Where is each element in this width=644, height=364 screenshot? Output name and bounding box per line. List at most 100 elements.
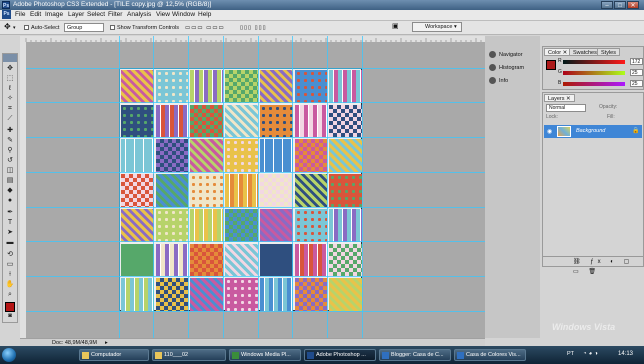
language-indicator[interactable]: PT [567, 351, 574, 357]
pattern-tile [155, 208, 189, 242]
marquee-tool-icon[interactable]: ⬚ [5, 74, 15, 83]
folder-icon [82, 352, 89, 359]
pattern-tile [155, 104, 189, 138]
task-adobe-photoshop[interactable]: Adobe Photoshop ... [304, 349, 376, 361]
pattern-tile [259, 208, 293, 242]
tab-styles[interactable]: Styles [597, 48, 620, 56]
clone-stamp-tool-icon[interactable]: ⚲ [5, 146, 15, 155]
task-folder-110[interactable]: 110___02 [152, 349, 226, 361]
start-button[interactable] [2, 348, 16, 362]
menu-window[interactable]: Window [172, 11, 195, 19]
close-button[interactable]: ✕ [627, 1, 639, 9]
menu-layer[interactable]: Layer [68, 11, 84, 19]
guide-horizontal [20, 102, 485, 103]
b-value-field[interactable]: 25 [630, 80, 643, 87]
shape-tool-icon[interactable]: ▬ [5, 238, 15, 247]
quick-mask-icon[interactable]: ◙ [5, 312, 15, 321]
menu-select[interactable]: Select [87, 11, 105, 19]
layers-footer-buttons[interactable]: ⛓ ƒx ◐ ▢ ▭ 🗑 [543, 256, 643, 275]
r-value-field[interactable]: 172 [630, 58, 643, 65]
tab-color[interactable]: Color ✕ [544, 48, 572, 56]
slice-tool-icon[interactable]: ⟋ [5, 114, 15, 123]
notes-tool-icon[interactable]: ▭ [5, 260, 15, 269]
lasso-tool-icon[interactable]: ℓ [5, 84, 15, 93]
3d-rotate-tool-icon[interactable]: ⟲ [5, 250, 15, 259]
g-slider[interactable] [563, 71, 625, 75]
taskbar: Computador 110___02 Windows Media Pl... … [0, 346, 644, 364]
pattern-tile [155, 278, 189, 311]
history-brush-tool-icon[interactable]: ↺ [5, 156, 15, 165]
workspace-button[interactable]: Workspace ▾ [412, 22, 462, 32]
document-canvas-area[interactable] [20, 36, 485, 338]
path-selection-tool-icon[interactable]: ➤ [5, 228, 15, 237]
maximize-button[interactable]: □ [614, 1, 626, 9]
photoshop-icon: Ps [2, 1, 10, 9]
guide-horizontal [20, 137, 485, 138]
tools-panel-header[interactable] [3, 54, 17, 62]
menu-analysis[interactable]: Analysis [127, 11, 151, 19]
menu-help[interactable]: Help [198, 11, 211, 19]
brush-tool-icon[interactable]: ✎ [5, 136, 15, 145]
pattern-tile [329, 139, 362, 173]
histogram-panel-button[interactable]: Histogram [489, 63, 524, 73]
tool-preset-dropdown-icon[interactable]: ▾ [13, 24, 16, 32]
g-value-field[interactable]: 25 [630, 69, 643, 76]
show-transform-checkbox[interactable] [110, 25, 115, 30]
type-tool-icon[interactable]: T [5, 218, 15, 227]
move-tool-icon[interactable]: ✥ [5, 64, 15, 73]
menu-edit[interactable]: Edit [30, 11, 41, 19]
zoom-tool-icon[interactable]: ⌕ [5, 290, 15, 299]
gradient-tool-icon[interactable]: ▤ [5, 176, 15, 185]
b-slider[interactable] [563, 82, 625, 86]
dodge-tool-icon[interactable]: ● [5, 196, 15, 205]
layer-row-background[interactable]: ◉ Background 🔒 [544, 125, 642, 138]
pattern-tile [259, 174, 293, 207]
task-windows-media-player[interactable]: Windows Media Pl... [229, 349, 301, 361]
r-slider[interactable] [563, 60, 625, 64]
pattern-tile [294, 139, 328, 173]
tray-icons[interactable]: ◔◕◑ [583, 351, 600, 357]
info-icon [489, 77, 496, 85]
guide-vertical [362, 36, 363, 338]
folder-icon [155, 352, 162, 359]
bridge-icon[interactable]: ▣ [392, 23, 399, 31]
eraser-tool-icon[interactable]: ◫ [5, 166, 15, 175]
menu-view[interactable]: View [156, 11, 170, 19]
clock[interactable]: 14:13 [618, 351, 633, 357]
eyedropper-tool-icon[interactable]: ⟊ [5, 270, 15, 279]
navigator-panel-button[interactable]: Navigator [489, 50, 523, 60]
info-panel-button[interactable]: Info [489, 76, 508, 86]
healing-brush-tool-icon[interactable]: ✚ [5, 126, 15, 135]
pen-tool-icon[interactable]: ✒ [5, 208, 15, 217]
distribute-buttons-icon[interactable]: ▯▯▯ ▯▯▯ [240, 24, 267, 32]
guide-horizontal [20, 207, 485, 208]
menu-image[interactable]: Image [45, 11, 63, 19]
color-swatch[interactable] [546, 60, 556, 70]
crop-tool-icon[interactable]: ⌗ [5, 104, 15, 113]
menu-filter[interactable]: Filter [108, 11, 122, 19]
task-computador[interactable]: Computador [79, 349, 149, 361]
menu-file[interactable]: File [15, 11, 25, 19]
auto-select-checkbox[interactable] [24, 25, 29, 30]
blend-mode-dropdown[interactable]: Normal [546, 104, 586, 112]
pattern-tile [121, 104, 154, 138]
move-tool-icon[interactable]: ✥ [4, 23, 11, 31]
tab-layers[interactable]: Layers ✕ [544, 94, 575, 102]
guide-horizontal [20, 172, 485, 173]
blur-tool-icon[interactable]: ◆ [5, 186, 15, 195]
pattern-tile [225, 278, 258, 311]
pattern-tile [155, 243, 189, 277]
layer-name: Background [576, 128, 606, 134]
magic-wand-tool-icon[interactable]: ✧ [5, 94, 15, 103]
tile-collage-image[interactable] [119, 68, 362, 311]
auto-select-dropdown[interactable]: Group [64, 23, 104, 32]
visibility-eye-icon[interactable]: ◉ [547, 128, 552, 135]
hand-tool-icon[interactable]: ✋ [5, 280, 15, 289]
minimize-button[interactable]: – [601, 1, 613, 9]
foreground-color-swatch[interactable] [5, 302, 15, 312]
align-buttons-icon[interactable]: ▭▭▭ ▭▭▭ [185, 24, 225, 32]
pattern-tile [259, 104, 293, 138]
task-blogger[interactable]: Blogger: Casa de C... [379, 349, 451, 361]
task-casa-de-colores[interactable]: Casa de Colores Vis... [454, 349, 526, 361]
pattern-tile [121, 208, 154, 242]
